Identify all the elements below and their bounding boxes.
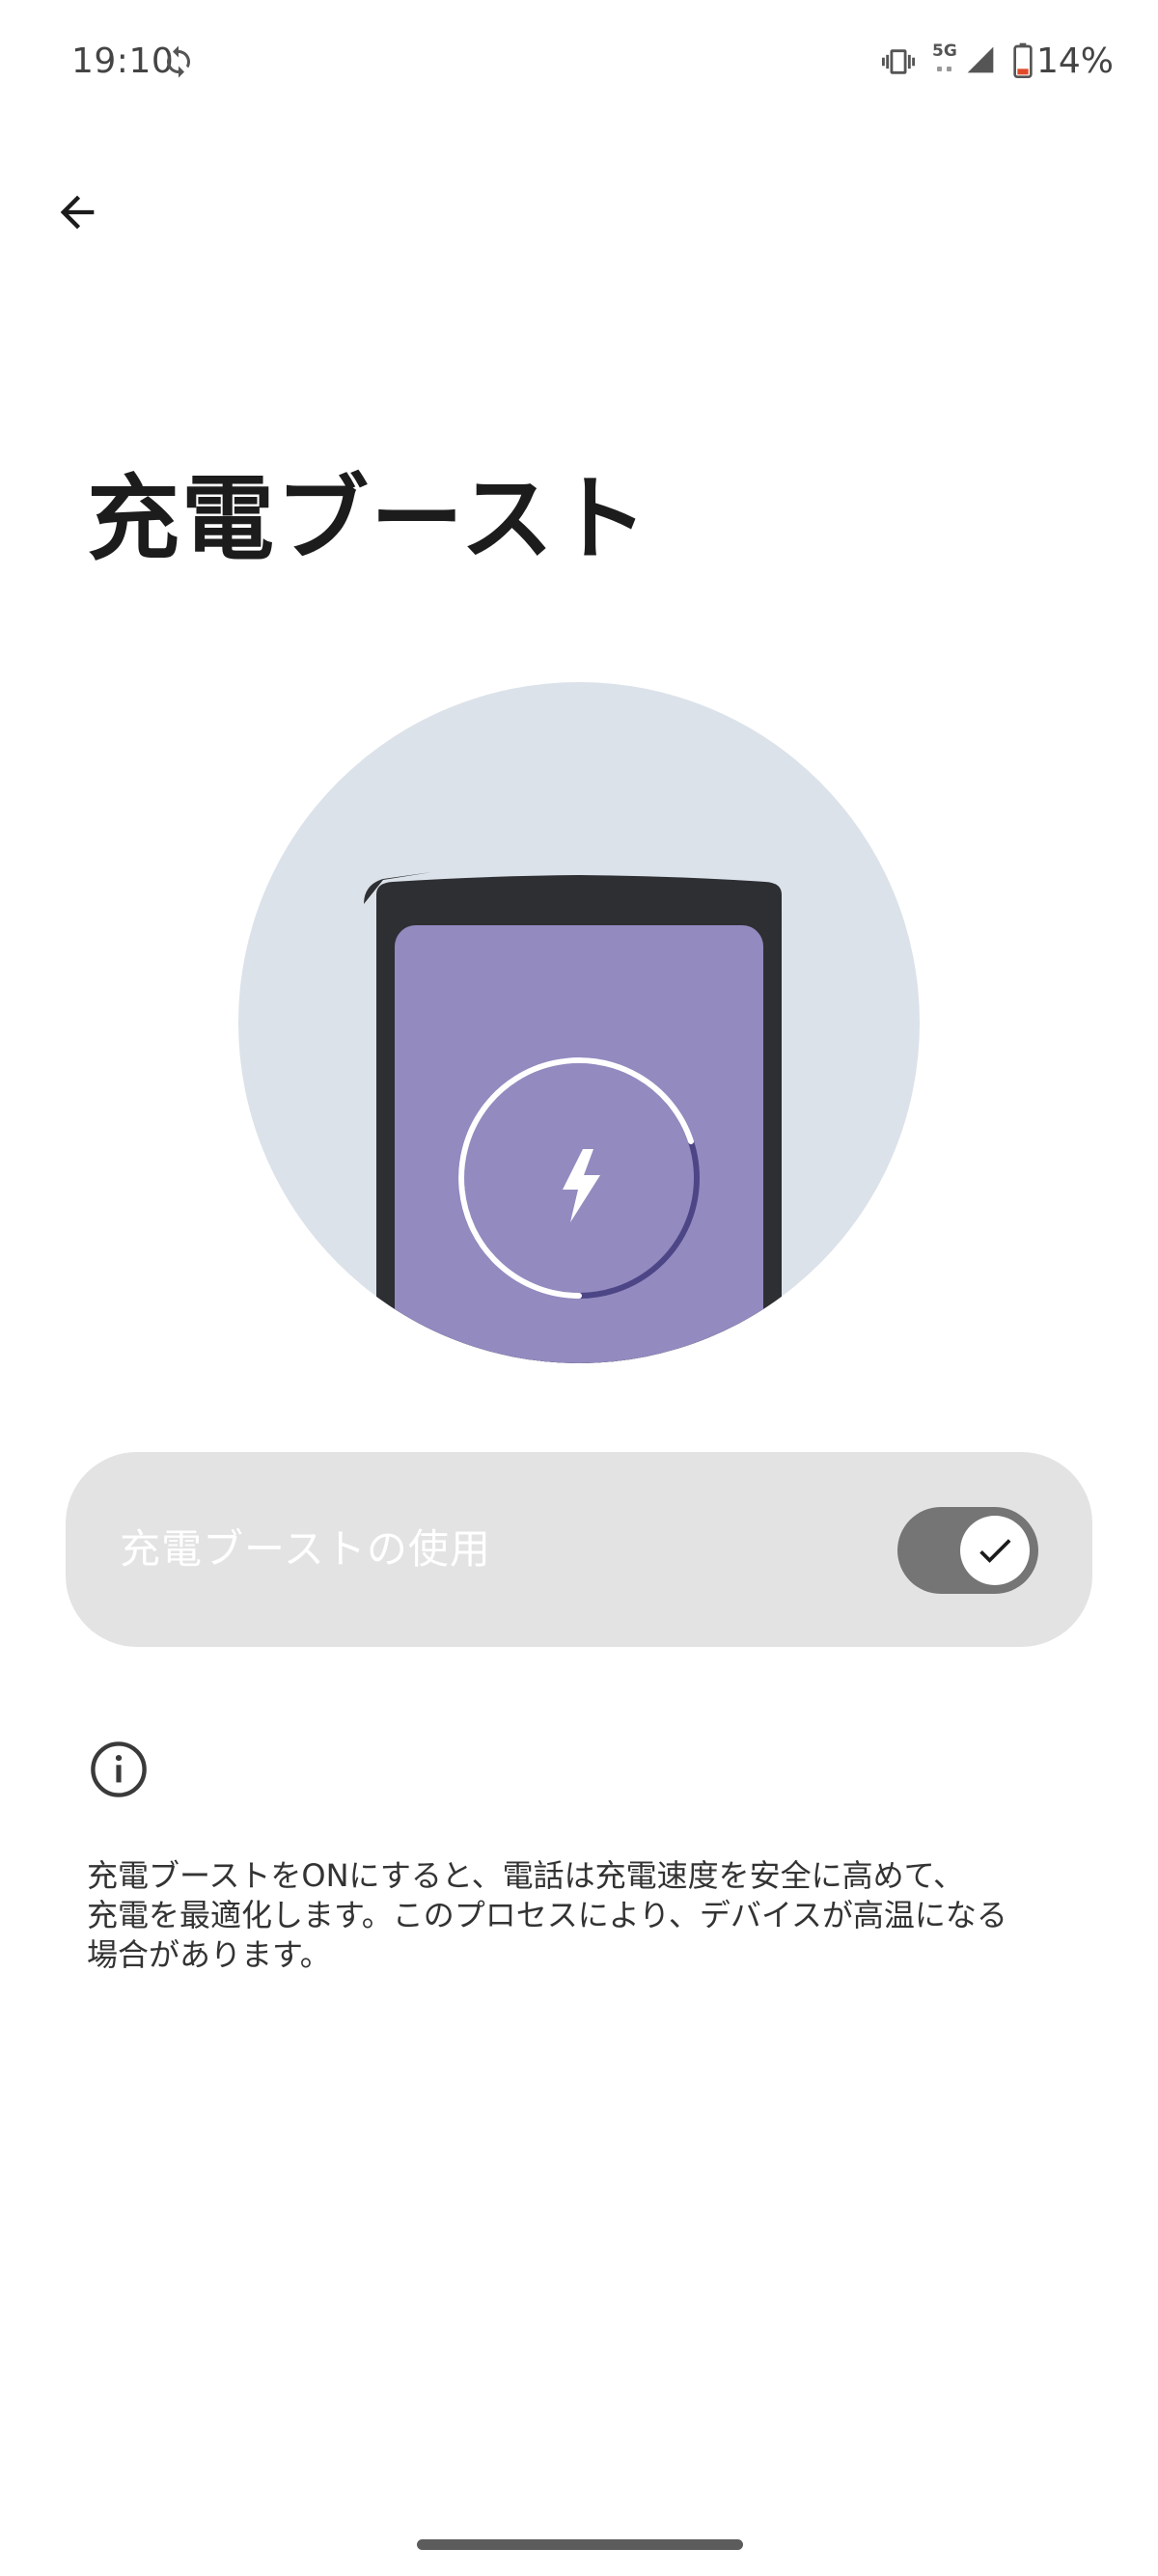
network-type: 5G xyxy=(932,41,957,61)
toggle-label: 充電ブーストの使用 xyxy=(120,1525,491,1573)
info-description: 充電ブーストをONにすると、電話は充電速度を安全に高めて、 充電を最適化します。… xyxy=(87,1857,1007,1973)
arrow-back-icon xyxy=(60,195,95,230)
battery-percent: 14% xyxy=(1036,41,1115,81)
battery-icon xyxy=(1013,42,1033,78)
info-icon xyxy=(91,1741,147,1797)
check-icon xyxy=(979,1539,1011,1563)
cell-signal-icon xyxy=(967,46,994,73)
vibrate-icon xyxy=(882,49,915,74)
sync-icon xyxy=(167,45,190,78)
gesture-nav-handle[interactable] xyxy=(417,2539,743,2550)
switch-thumb xyxy=(960,1516,1030,1585)
data-activity-icon xyxy=(937,67,951,71)
charge-boost-switch[interactable] xyxy=(897,1507,1038,1594)
charging-phone-illustration xyxy=(238,682,920,1363)
back-button[interactable] xyxy=(39,174,116,251)
status-bar: 19:10 5G 14% xyxy=(0,0,1158,125)
page-title: 充電ブースト xyxy=(87,465,650,573)
status-time: 19:10 xyxy=(71,41,175,81)
charge-boost-toggle-row[interactable]: 充電ブーストの使用 xyxy=(66,1452,1092,1647)
